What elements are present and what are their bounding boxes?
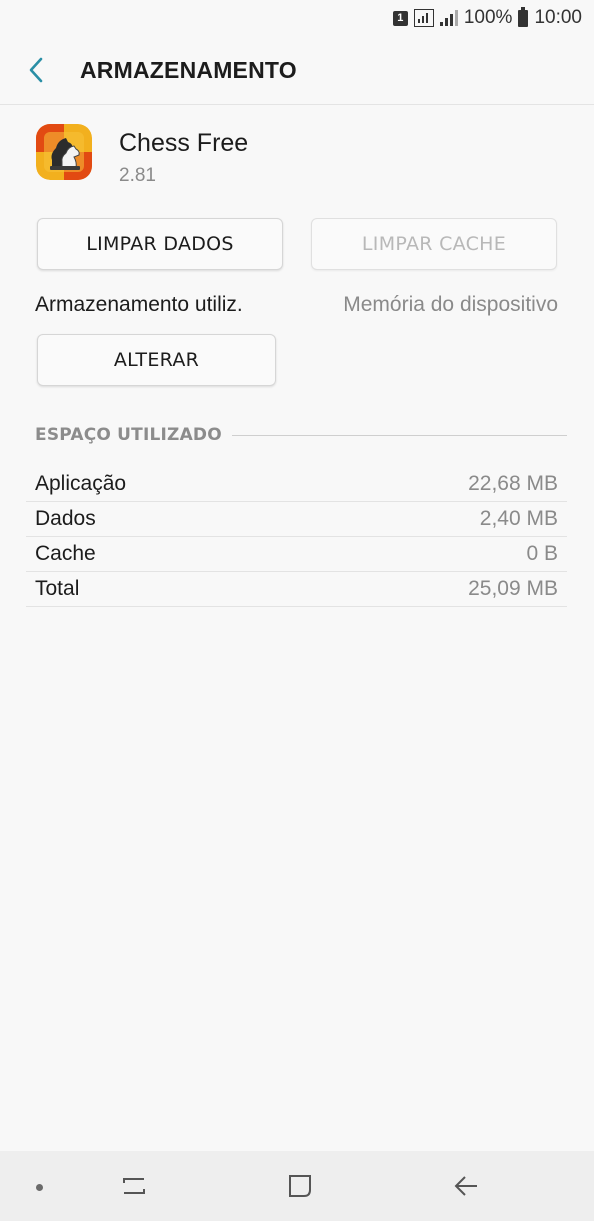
chess-app-icon	[36, 124, 92, 180]
usage-row-total: Total 25,09 MB	[26, 572, 567, 607]
battery-percent: 100%	[463, 7, 513, 28]
section-title: ESPAÇO UTILIZADO	[35, 425, 222, 445]
usage-value: 25,09 MB	[468, 577, 558, 600]
status-bar: 1 100% 10:00	[0, 0, 594, 36]
battery-icon	[518, 6, 529, 27]
storage-value: Memória do dispositivo	[343, 293, 558, 316]
home-button[interactable]	[280, 1169, 320, 1203]
usage-label: Aplicação	[35, 472, 127, 495]
back-nav-button[interactable]	[446, 1169, 486, 1203]
usage-label: Total	[35, 577, 80, 600]
signal-icon	[439, 10, 458, 26]
recents-icon	[123, 1178, 145, 1194]
sim-badge: 1	[392, 10, 408, 26]
usage-label: Cache	[35, 542, 96, 565]
app-bar: ARMAZENAMENTO	[0, 36, 594, 105]
clear-data-button[interactable]: LIMPAR DADOS	[37, 218, 283, 270]
usage-list: Aplicação 22,68 MB Dados 2,40 MB Cache 0…	[26, 467, 567, 607]
usage-value: 22,68 MB	[468, 472, 558, 495]
app-name: Chess Free	[119, 129, 249, 157]
page-title: ARMAZENAMENTO	[80, 56, 297, 83]
clear-cache-button[interactable]: LIMPAR CACHE	[311, 218, 557, 270]
back-arrow-icon	[454, 1176, 477, 1196]
usage-value: 0 B	[526, 542, 558, 565]
wifi-calling-icon	[413, 9, 434, 27]
usage-row-cache: Cache 0 B	[26, 537, 567, 572]
change-storage-button[interactable]: ALTERAR	[37, 334, 276, 386]
home-icon	[289, 1175, 311, 1197]
nav-dot-icon[interactable]	[36, 1184, 43, 1191]
section-header: ESPAÇO UTILIZADO	[35, 422, 567, 448]
usage-row-application: Aplicação 22,68 MB	[26, 467, 567, 502]
app-version: 2.81	[119, 165, 156, 186]
usage-label: Dados	[35, 507, 96, 530]
usage-row-data: Dados 2,40 MB	[26, 502, 567, 537]
clock: 10:00	[534, 7, 582, 28]
storage-label: Armazenamento utiliz.	[35, 293, 243, 316]
recents-button[interactable]	[114, 1169, 154, 1203]
chevron-left-icon	[29, 57, 43, 83]
back-button[interactable]	[0, 36, 80, 104]
storage-used-row: Armazenamento utiliz. Memória do disposi…	[35, 288, 558, 322]
section-divider	[231, 434, 567, 436]
navigation-bar	[0, 1151, 594, 1221]
usage-value: 2,40 MB	[479, 507, 558, 530]
